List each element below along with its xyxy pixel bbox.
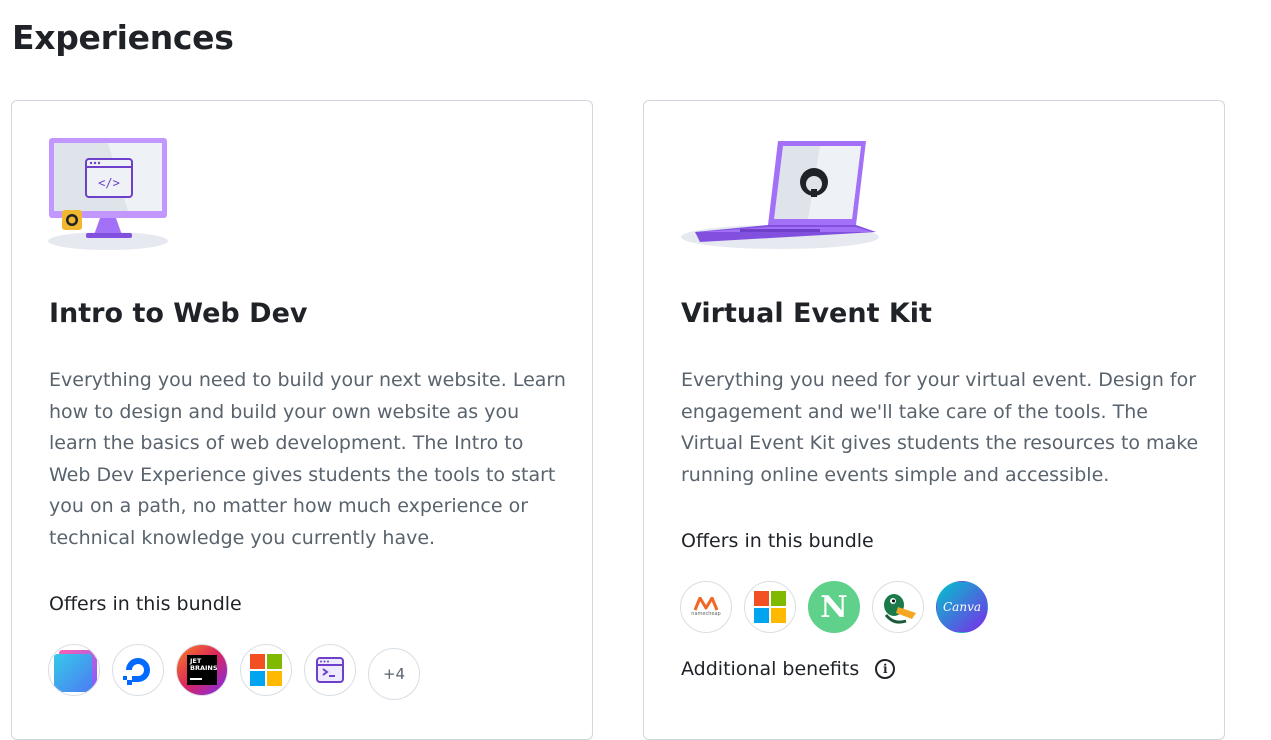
canva-icon: Canva <box>943 600 981 614</box>
namecheap-logo[interactable]: namecheap <box>680 581 732 633</box>
duck-logo[interactable] <box>872 581 924 633</box>
page-title: Experiences <box>12 18 234 57</box>
stacked-squares-icon <box>54 650 97 692</box>
experience-card-virtual-event-kit[interactable]: Virtual Event Kit Everything you need fo… <box>643 100 1225 740</box>
microsoft-logo[interactable] <box>240 644 292 696</box>
stacked-squares-logo[interactable] <box>48 644 100 696</box>
canva-logo[interactable]: Canva <box>936 581 988 633</box>
duck-icon <box>884 594 916 624</box>
offers-label: Offers in this bundle <box>49 593 242 615</box>
digitalocean-logo[interactable] <box>112 644 164 696</box>
offers-label: Offers in this bundle <box>681 530 874 552</box>
microsoft-icon <box>250 654 282 686</box>
terminal-window-logo[interactable] <box>304 644 356 696</box>
additional-benefits-label: Additional benefits <box>681 658 860 680</box>
digitalocean-icon <box>123 658 150 685</box>
card-description: Everything you need to build your next w… <box>49 369 566 549</box>
namecheap-icon <box>693 597 719 611</box>
notion-n-logo[interactable]: N <box>808 581 860 633</box>
notion-n-icon: N <box>820 589 848 625</box>
additional-benefits: Additional benefits i <box>681 658 896 680</box>
microsoft-logo[interactable] <box>744 581 796 633</box>
card-title: Intro to Web Dev <box>49 298 308 329</box>
svg-text:</>: </> <box>98 176 120 190</box>
laptop-illustration <box>681 141 879 249</box>
more-offers-button[interactable]: +4 <box>368 648 420 700</box>
experience-card-intro-web-dev[interactable]: </> Intro to Web Dev Everything you need… <box>11 100 593 740</box>
jetbrains-logo[interactable]: JET BRAINS <box>176 644 228 696</box>
card-description: Everything you need for your virtual eve… <box>681 369 1199 486</box>
info-icon[interactable]: i <box>875 659 896 679</box>
jetbrains-icon: JET BRAINS <box>187 655 218 685</box>
terminal-window-icon <box>316 657 344 683</box>
card-title: Virtual Event Kit <box>681 298 932 329</box>
computer-monitor-illustration: </> <box>48 138 168 250</box>
offer-logos-list: JET BRAINS +4 <box>48 644 420 700</box>
offer-logos-list: namecheap N Canva <box>680 581 988 633</box>
microsoft-icon <box>754 591 786 623</box>
